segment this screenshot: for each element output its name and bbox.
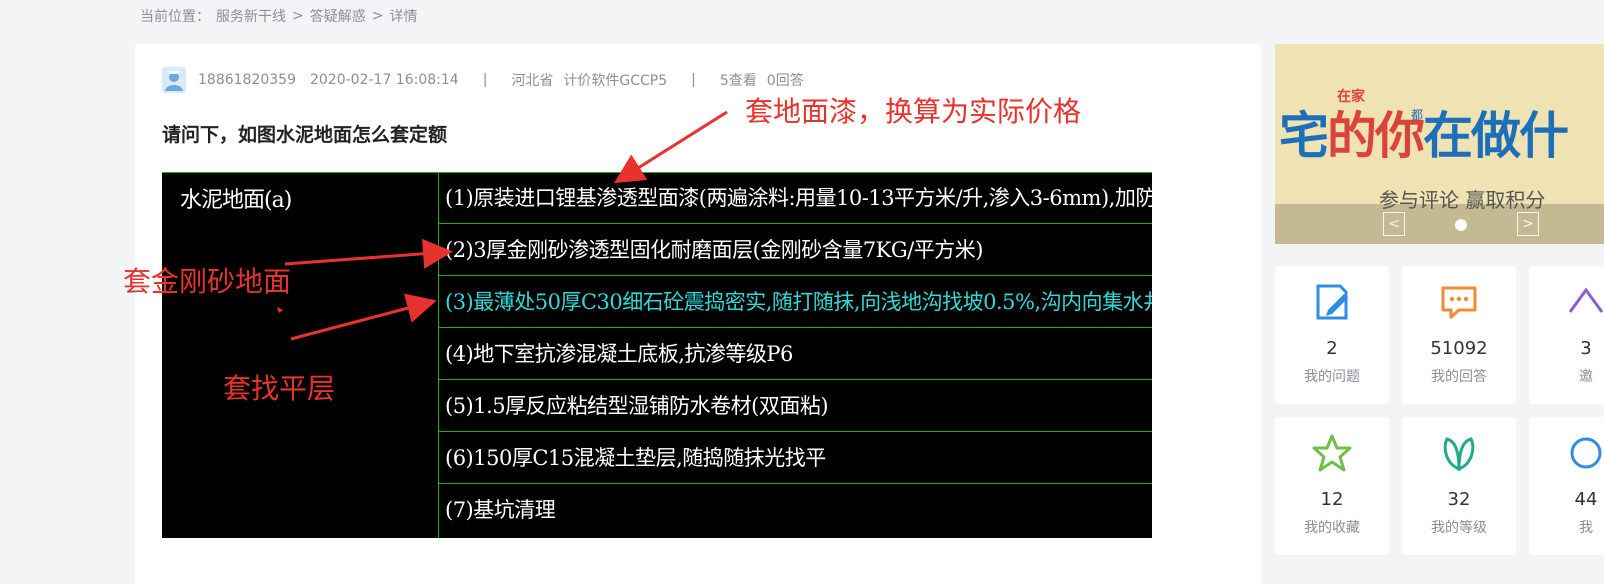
figure-left-cell: 水泥地面(a)	[162, 172, 439, 538]
edit-icon	[1316, 284, 1348, 320]
figure-row: (5)1.5厚反应粘结型湿铺防水卷材(双面粘)	[439, 381, 1152, 432]
banner-dot-active[interactable]	[1455, 219, 1467, 231]
view-count: 5查看	[719, 73, 757, 89]
stat-label: 邀	[1579, 369, 1593, 385]
banner-headline-b: 的你	[1327, 107, 1425, 165]
annotation-leveling: 套找平层	[223, 372, 336, 405]
stat-value: 2	[1326, 338, 1338, 359]
figure-row: (2)3厚金刚砂渗透型固化耐磨面层(金刚砂含量7KG/平方米)	[439, 225, 1152, 276]
question-card: 18861820359 2020-02-17 16:08:14 | 河北省 计价…	[123, 44, 1261, 584]
more-icon	[1570, 437, 1602, 469]
banner-next-button[interactable]: >	[1517, 212, 1539, 236]
arrow-line	[613, 110, 728, 184]
stat-my-favorites[interactable]: 12 我的收藏	[1275, 417, 1389, 555]
avatar[interactable]	[162, 67, 186, 93]
figure-heading: 水泥地面(a)	[180, 188, 292, 213]
stat-more[interactable]: 44 我	[1529, 417, 1604, 555]
figure-row: (3)最薄处50厚C30细石砼震捣密实,随打随抹,向浅地沟找坡0.5%,沟内向集…	[439, 277, 1152, 328]
stat-label: 我	[1579, 520, 1593, 536]
stat-my-level[interactable]: 32 我的等级	[1402, 417, 1516, 555]
chat-icon	[1441, 286, 1477, 319]
meta-divider: |	[691, 72, 696, 88]
question-meta: 18861820359 2020-02-17 16:08:14 | 河北省 计价…	[162, 66, 804, 94]
figure-row: (4)地下室抗渗混凝土底板,抗渗等级P6	[439, 329, 1152, 380]
breadcrumb-prefix: 当前位置：	[140, 9, 210, 25]
stat-label: 我的问题	[1304, 369, 1360, 385]
annotation-paint: 套地面漆，换算为实际价格	[745, 95, 1082, 128]
annotation-corundum: 套金刚砂地面	[123, 265, 292, 298]
breadcrumb: 当前位置： 服务新干线 > 答疑解惑 > 详情	[140, 6, 417, 26]
breadcrumb-separator: >	[292, 8, 304, 24]
user-icon	[162, 67, 186, 93]
stat-value: 12	[1320, 489, 1344, 510]
province-tag: 河北省	[511, 73, 554, 89]
question-image: 水泥地面(a) (1)原装进口锂基渗透型面漆(两遍涂料:用量10-13平方米/升…	[162, 172, 1152, 538]
leaf-icon	[1443, 437, 1475, 472]
stat-value: 44	[1574, 489, 1598, 510]
software-tag: 计价软件GCCP5	[563, 73, 668, 89]
invite-icon	[1568, 287, 1604, 313]
stat-value: 51092	[1430, 338, 1488, 359]
post-time: 2020-02-17 16:08:14	[309, 72, 459, 88]
banner-headline-c: 在做什	[1423, 107, 1569, 165]
figure-row: (6)150厚C15混凝土垫层,随捣随抹光找平	[439, 433, 1152, 484]
breadcrumb-current: 详情	[389, 9, 418, 25]
stat-value: 32	[1447, 489, 1471, 510]
breadcrumb-link-service[interactable]: 服务新干线	[216, 6, 286, 26]
figure-row: (7)基坑清理	[445, 498, 556, 522]
banner-small-top: 在家	[1337, 89, 1365, 105]
promo-banner[interactable]: 宅的你在做什 在家 都 参与评论 赢取积分 < >	[1275, 44, 1604, 244]
stat-label: 我的等级	[1431, 520, 1487, 536]
stat-my-answers[interactable]: 51092 我的回答	[1402, 266, 1516, 404]
banner-headline-a: 宅	[1279, 107, 1329, 165]
banner-small-mid: 都	[1411, 108, 1424, 122]
breadcrumb-separator: >	[371, 8, 384, 24]
stat-label: 我的收藏	[1304, 520, 1360, 536]
breadcrumb-link-qa[interactable]: 答疑解惑	[310, 6, 366, 26]
stat-my-questions[interactable]: 2 我的问题	[1275, 266, 1389, 404]
star-icon	[1312, 434, 1352, 472]
meta-divider: |	[482, 72, 488, 88]
stat-value: 3	[1580, 338, 1592, 359]
asker-name[interactable]: 18861820359	[198, 72, 296, 88]
question-title: 请问下，如图水泥地面怎么套定额	[162, 124, 448, 146]
stat-invite[interactable]: 3 邀	[1529, 266, 1604, 404]
banner-prev-button[interactable]: <	[1383, 212, 1405, 236]
banner-subtitle: 参与评论 赢取积分	[1379, 188, 1546, 212]
figure-row: (1)原装进口锂基渗透型面漆(两遍涂料:用量10-13平方米/升,渗入3-6mm…	[439, 173, 1152, 224]
stat-label: 我的回答	[1431, 369, 1487, 385]
answer-count: 0回答	[766, 73, 804, 89]
